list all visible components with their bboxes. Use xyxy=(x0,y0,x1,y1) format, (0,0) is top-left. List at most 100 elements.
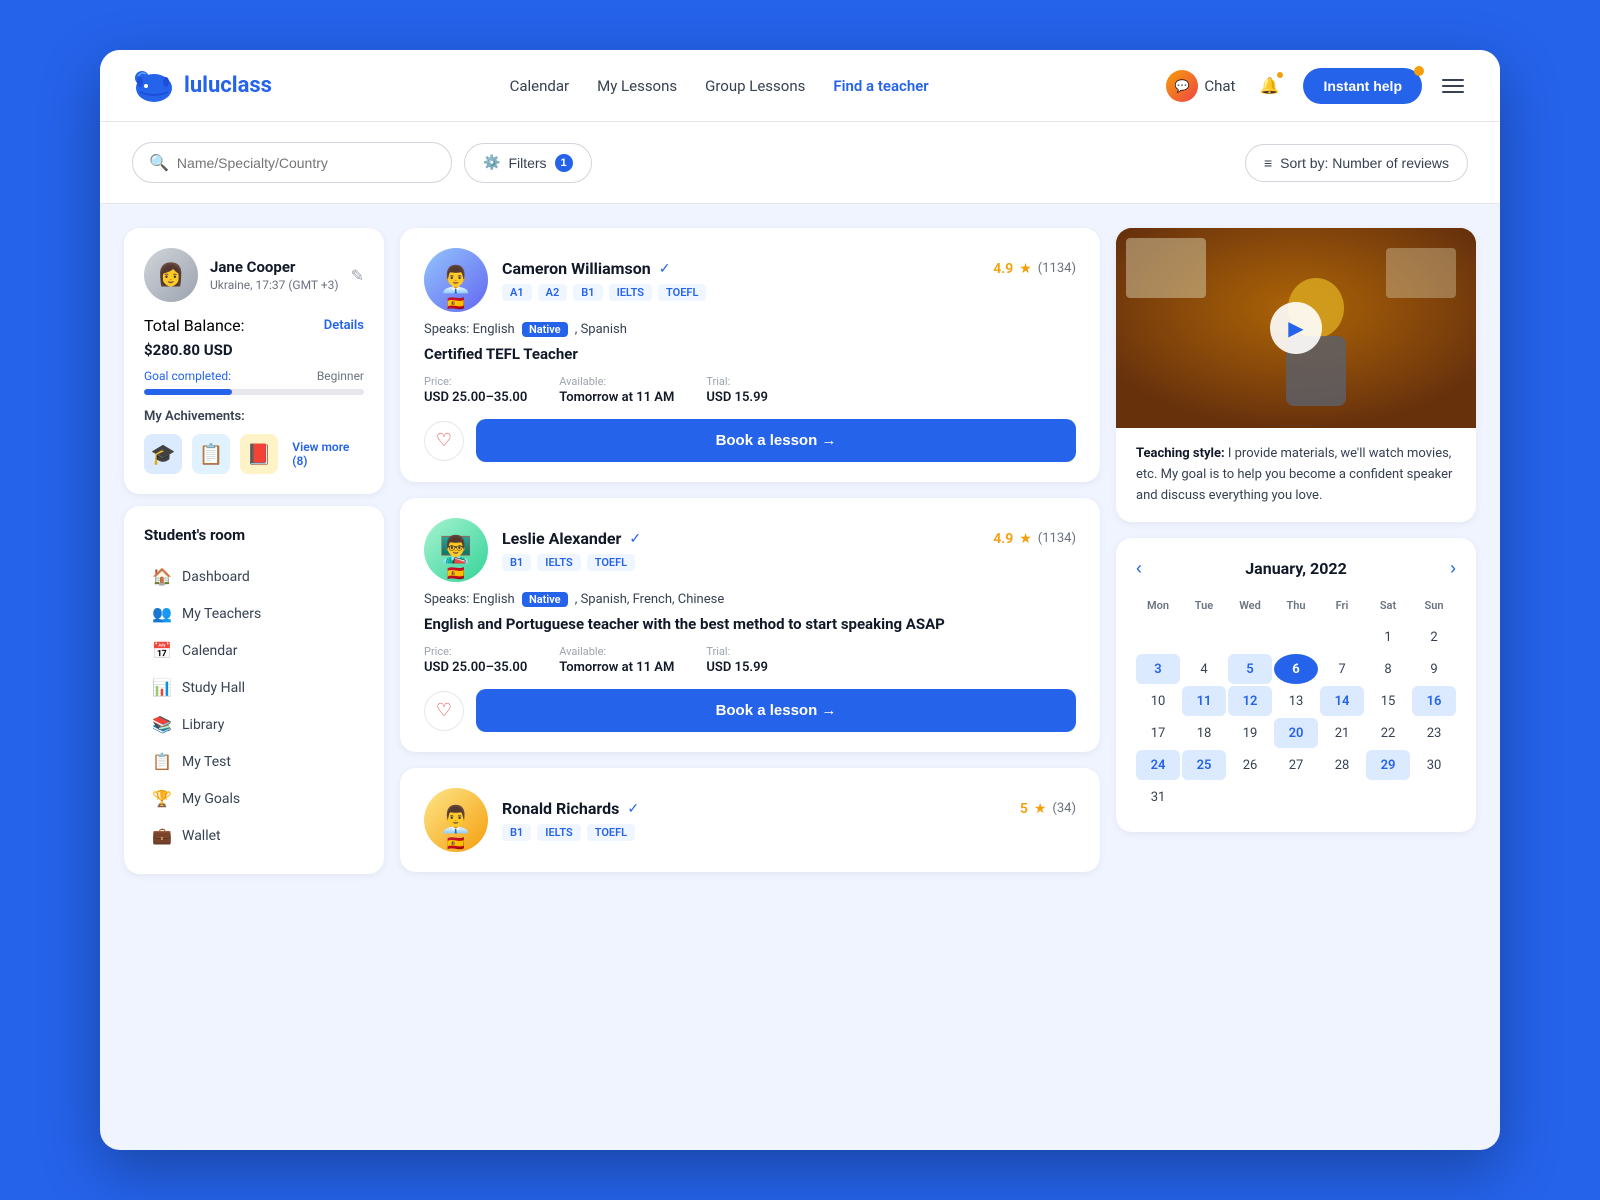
trial-item-2: Trial: USD 15.99 xyxy=(706,645,768,675)
calendar-day[interactable]: 14 xyxy=(1320,686,1364,716)
calendar-day[interactable]: 12 xyxy=(1228,686,1272,716)
calendar-day[interactable]: 13 xyxy=(1274,686,1318,716)
calendar-day[interactable]: 9 xyxy=(1412,654,1456,684)
calendar-day[interactable]: 22 xyxy=(1366,718,1410,748)
calendar-day[interactable]: 6 xyxy=(1274,654,1318,684)
search-wrapper[interactable]: 🔍 xyxy=(132,142,452,183)
calendar-day[interactable]: 26 xyxy=(1228,750,1272,780)
profile-location: Ukraine, 17:37 (GMT +3) xyxy=(210,278,339,292)
search-input[interactable] xyxy=(177,155,435,171)
level-tag-ielts-3: IELTS xyxy=(537,824,580,841)
calendar-day[interactable]: 19 xyxy=(1228,718,1272,748)
sidebar-item-my-test[interactable]: 📋 My Test xyxy=(144,743,364,780)
calendar-title: January, 2022 xyxy=(1245,559,1347,578)
sort-label: Sort by: Number of reviews xyxy=(1280,155,1449,171)
sidebar-item-dashboard[interactable]: 🏠 Dashboard xyxy=(144,558,364,595)
trial-label-1: Trial: xyxy=(706,375,768,388)
notifications-button[interactable]: 🔔 xyxy=(1251,68,1287,104)
calendar-day[interactable]: 28 xyxy=(1320,750,1364,780)
video-overlay: ▶ xyxy=(1116,228,1476,428)
favorite-button-1[interactable]: ♡ xyxy=(424,421,464,461)
calendar-prev-button[interactable]: ‹ xyxy=(1136,558,1142,579)
rating-count-2: (1134) xyxy=(1038,531,1076,546)
logo[interactable]: luluclass xyxy=(132,68,272,104)
calendar-next-button[interactable]: › xyxy=(1450,558,1456,579)
calendar-day[interactable]: 17 xyxy=(1136,718,1180,748)
calendar-day[interactable]: 18 xyxy=(1182,718,1226,748)
goal-row: Goal completed: Beginner xyxy=(144,369,364,383)
edit-icon[interactable]: ✎ xyxy=(351,266,364,285)
calendar-day[interactable]: 8 xyxy=(1366,654,1410,684)
calendar-card: ‹ January, 2022 › Mon Tue Wed Thu Fri Sa… xyxy=(1116,538,1476,832)
teacher-title-1: Certified TEFL Teacher xyxy=(424,345,1076,363)
teacher-info-row-1: Price: USD 25.00–35.00 Available: Tomorr… xyxy=(424,375,1076,405)
book-lesson-label-2: Book a lesson → xyxy=(716,702,837,719)
calendar-day[interactable]: 5 xyxy=(1228,654,1272,684)
nav-calendar[interactable]: Calendar xyxy=(510,77,570,95)
sidebar-item-study-hall[interactable]: 📊 Study Hall xyxy=(144,669,364,706)
view-more-link[interactable]: View more (8) xyxy=(292,440,364,468)
sidebar-item-my-teachers[interactable]: 👥 My Teachers xyxy=(144,595,364,632)
available-item-1: Available: Tomorrow at 11 AM xyxy=(559,375,674,405)
details-link[interactable]: Details xyxy=(324,318,364,333)
trial-value-2: USD 15.99 xyxy=(706,660,768,675)
calendar-day[interactable]: 11 xyxy=(1182,686,1226,716)
calendar-day[interactable]: 1 xyxy=(1366,622,1410,652)
star-icon-2: ★ xyxy=(1019,531,1032,547)
nav-find-teacher[interactable]: Find a teacher xyxy=(833,77,928,95)
calendar-day[interactable]: 29 xyxy=(1366,750,1410,780)
calendar-day[interactable]: 7 xyxy=(1320,654,1364,684)
goal-label: Goal completed: xyxy=(144,369,231,383)
badge-2: 📋 xyxy=(192,434,230,474)
sidebar-item-library[interactable]: 📚 Library xyxy=(144,706,364,743)
calendar-day[interactable]: 31 xyxy=(1136,782,1180,812)
calendar-day[interactable]: 25 xyxy=(1182,750,1226,780)
play-button[interactable]: ▶ xyxy=(1270,302,1322,354)
calendar-day[interactable]: 10 xyxy=(1136,686,1180,716)
calendar-day[interactable]: 23 xyxy=(1412,718,1456,748)
dashboard-label: Dashboard xyxy=(182,569,250,585)
nav-my-lessons[interactable]: My Lessons xyxy=(597,77,677,95)
calendar-day xyxy=(1136,622,1180,652)
sort-icon: ≡ xyxy=(1264,155,1272,171)
wallet-icon: 💼 xyxy=(152,826,172,845)
sort-button[interactable]: ≡ Sort by: Number of reviews xyxy=(1245,144,1468,182)
calendar-day[interactable]: 20 xyxy=(1274,718,1318,748)
calendar-day[interactable]: 4 xyxy=(1182,654,1226,684)
sidebar-item-calendar[interactable]: 📅 Calendar xyxy=(144,632,364,669)
calendar-day[interactable]: 21 xyxy=(1320,718,1364,748)
teacher-name-row-1: Cameron Williamson ✓ 4.9 ★ (1134) xyxy=(502,259,1076,278)
level-tag-toefl-3: TOEFL xyxy=(587,824,635,841)
calendar-day[interactable]: 2 xyxy=(1412,622,1456,652)
favorite-button-2[interactable]: ♡ xyxy=(424,691,464,731)
teacher-flag-1: 🇪🇸 xyxy=(447,296,464,312)
teacher-header-2: 👨‍🏫 🇪🇸 Leslie Alexander ✓ 4.9 ★ (1134) xyxy=(424,518,1076,582)
nav-group-lessons[interactable]: Group Lessons xyxy=(705,77,805,95)
filters-button[interactable]: ⚙️ Filters 1 xyxy=(464,143,592,183)
book-lesson-button-2[interactable]: Book a lesson → xyxy=(476,689,1076,732)
sidebar-item-wallet[interactable]: 💼 Wallet xyxy=(144,817,364,854)
calendar-day[interactable]: 16 xyxy=(1412,686,1456,716)
book-lesson-button-1[interactable]: Book a lesson → xyxy=(476,419,1076,462)
trial-value-1: USD 15.99 xyxy=(706,390,768,405)
instant-help-button[interactable]: Instant help xyxy=(1303,68,1422,104)
hamburger-menu[interactable] xyxy=(1438,75,1468,97)
badge-1: 🎓 xyxy=(144,434,182,474)
level-tag-toefl-2: TOEFL xyxy=(587,554,635,571)
rating-score-3: 5 xyxy=(1020,801,1028,817)
search-bar: 🔍 ⚙️ Filters 1 ≡ Sort by: Number of revi… xyxy=(100,122,1500,204)
available-value-2: Tomorrow at 11 AM xyxy=(559,660,674,675)
price-item-2: Price: USD 25.00–35.00 xyxy=(424,645,527,675)
rating-score-2: 4.9 xyxy=(993,531,1013,547)
sidebar-item-my-goals[interactable]: 🏆 My Goals xyxy=(144,780,364,817)
speaks-row-2: Speaks: English Native , Spanish, French… xyxy=(424,592,1076,607)
calendar-day[interactable]: 15 xyxy=(1366,686,1410,716)
logo-text: luluclass xyxy=(184,73,272,98)
day-mon: Mon xyxy=(1136,595,1180,616)
calendar-day[interactable]: 3 xyxy=(1136,654,1180,684)
teacher-name-row-2: Leslie Alexander ✓ 4.9 ★ (1134) xyxy=(502,529,1076,548)
calendar-day[interactable]: 27 xyxy=(1274,750,1318,780)
calendar-day[interactable]: 30 xyxy=(1412,750,1456,780)
calendar-day[interactable]: 24 xyxy=(1136,750,1180,780)
chat-button[interactable]: 💬 Chat xyxy=(1166,70,1235,102)
